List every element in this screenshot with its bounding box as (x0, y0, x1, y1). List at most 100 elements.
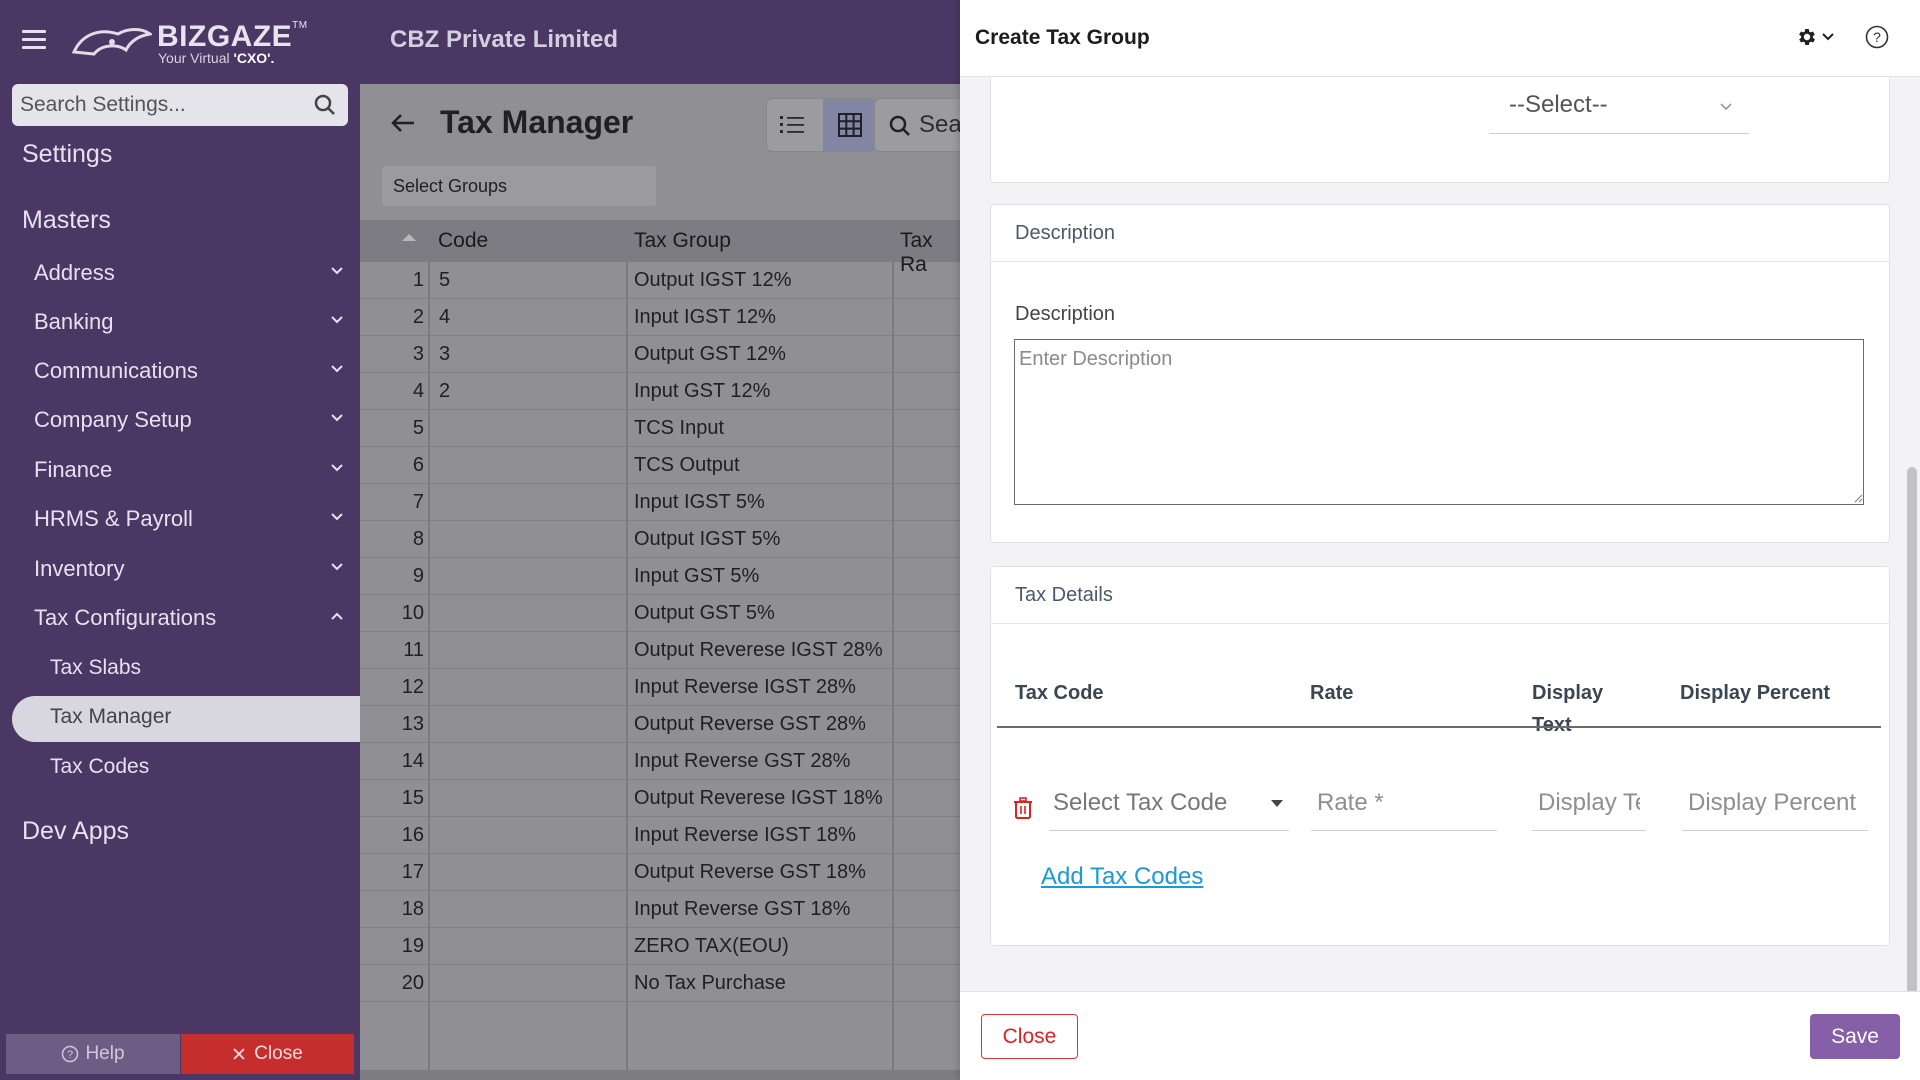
row-tax-group: Input IGST 12% (634, 306, 776, 328)
tax-code-select[interactable]: Select Tax Code (1049, 775, 1289, 831)
chevron-down-icon (331, 563, 343, 571)
help-button-label: Help (85, 1043, 125, 1064)
table-row[interactable]: 10 Output GST 5% (360, 595, 960, 632)
drawer-body: --Select-- Description Description Tax D… (960, 77, 1920, 991)
table-row[interactable]: 16 Input Reverse IGST 18% (360, 817, 960, 854)
table-row[interactable]: 13 Output Reverse GST 28% (360, 706, 960, 743)
row-tax-group: Input Reverse GST 28% (634, 750, 851, 772)
sidebar-item-tax-configurations[interactable]: Tax Configurations (34, 605, 344, 631)
table-row[interactable]: 14 Input Reverse GST 28% (360, 743, 960, 780)
gear-icon (1799, 29, 1815, 45)
table-row[interactable]: 9 Input GST 5% (360, 558, 960, 595)
row-code: 3 (439, 343, 451, 365)
tax-code-select-placeholder: Select Tax Code (1053, 789, 1228, 816)
grid-header: Code Tax Group Tax Ra (360, 220, 960, 276)
drawer-footer: Close Save (960, 991, 1920, 1080)
column-header-tax-group[interactable]: Tax Group (634, 229, 731, 253)
sidebar-item-address[interactable]: Address (34, 260, 344, 286)
row-number: 1 (412, 269, 424, 291)
form-card-select: --Select-- (990, 77, 1890, 183)
table-row[interactable]: 20 No Tax Purchase (360, 965, 960, 1002)
row-number: 7 (412, 491, 424, 513)
table-row[interactable]: 15 Output Reverese IGST 18% (360, 780, 960, 817)
row-tax-group: Output Reverese IGST 28% (634, 639, 883, 661)
nav-group-label: Dev Apps (22, 817, 130, 845)
select-groups-bar[interactable]: Select Groups (382, 166, 656, 206)
table-row[interactable]: 19 ZERO TAX(EOU) (360, 928, 960, 965)
display-text-input[interactable] (1532, 775, 1646, 831)
row-tax-group: Input IGST 5% (634, 491, 765, 513)
table-row[interactable]: 12 Input Reverse IGST 28% (360, 669, 960, 706)
trash-icon[interactable] (1013, 797, 1033, 819)
table-row[interactable]: 18 Input Reverse GST 18% (360, 891, 960, 928)
row-tax-group: Input Reverse IGST 28% (634, 676, 856, 698)
table-row[interactable]: 8 Output IGST 5% (360, 521, 960, 558)
close-button-label: Close (254, 1043, 303, 1064)
row-number: 4 (412, 380, 424, 402)
sidebar-item-banking[interactable]: Banking (34, 309, 344, 335)
sidebar-item-communications[interactable]: Communications (34, 358, 344, 384)
sidebar-item-hrms-payroll[interactable]: HRMS & Payroll (34, 506, 344, 532)
column-header-line: Display (1532, 682, 1604, 704)
top-bar: BIZGAZETM Your Virtual 'CXO'. CBZ Privat… (0, 0, 960, 84)
sidebar-close-button[interactable]: Close (181, 1034, 354, 1074)
search-icon[interactable] (314, 94, 336, 116)
save-button[interactable]: Save (1810, 1014, 1900, 1059)
chevron-down-icon (331, 316, 343, 324)
sidebar-subitem-tax-codes[interactable]: Tax Codes (50, 755, 149, 779)
add-tax-codes-link[interactable]: Add Tax Codes (1041, 863, 1203, 891)
row-tax-group: Input Reverse GST 18% (634, 898, 851, 920)
select-dropdown[interactable]: --Select-- (1489, 78, 1749, 134)
sidebar-subitem-tax-slabs[interactable]: Tax Slabs (50, 656, 141, 680)
sidebar-item-label: Address (34, 260, 115, 285)
description-label: Description (1015, 303, 1116, 325)
logo-trademark: TM (292, 20, 308, 31)
table-row[interactable]: 4 2 Input GST 12% (360, 373, 960, 410)
row-tax-group: Input GST 12% (634, 380, 771, 402)
back-arrow-icon[interactable] (390, 112, 416, 134)
nav-group-masters[interactable]: Masters (22, 206, 425, 235)
settings-search-input[interactable] (20, 89, 310, 121)
table-row[interactable]: 2 4 Input IGST 12% (360, 299, 960, 336)
grid-search-box[interactable]: Sea (874, 98, 974, 152)
close-button[interactable]: Close (981, 1014, 1078, 1059)
row-tax-group: Input GST 5% (634, 565, 760, 587)
chevron-down-icon (1720, 103, 1732, 111)
table-row[interactable]: 6 TCS Output (360, 447, 960, 484)
table-row[interactable]: 1 5 Output IGST 12% (360, 262, 960, 299)
nav-group-dev-apps[interactable]: Dev Apps (22, 817, 443, 846)
column-header-code[interactable]: Code (438, 229, 488, 253)
settings-menu-button[interactable] (1796, 26, 1834, 48)
row-tax-group: Output IGST 12% (634, 269, 792, 291)
row-number: 19 (401, 935, 424, 957)
sidebar-subitem-tax-manager[interactable]: Tax Manager (50, 705, 171, 729)
table-row[interactable]: 17 Output Reverse GST 18% (360, 854, 960, 891)
list-view-icon[interactable] (779, 113, 805, 137)
resize-grip-icon[interactable] (1853, 493, 1863, 503)
settings-search-box (12, 84, 348, 126)
help-button[interactable]: ? Help (6, 1034, 180, 1074)
sort-up-icon[interactable] (402, 234, 416, 241)
row-number: 11 (403, 639, 424, 661)
sidebar-item-company-setup[interactable]: Company Setup (34, 407, 344, 433)
create-tax-group-drawer: Create Tax Group ? --Select-- Descriptio… (960, 0, 1920, 1080)
help-circle-icon[interactable]: ? (1864, 24, 1890, 50)
sidebar-item-inventory[interactable]: Inventory (34, 556, 344, 582)
grid-view-button[interactable] (823, 99, 877, 151)
rate-input[interactable] (1311, 775, 1497, 831)
table-row[interactable]: 5 TCS Input (360, 410, 960, 447)
hamburger-menu-icon[interactable] (22, 30, 46, 50)
table-row[interactable]: 11 Output Reverese IGST 28% (360, 632, 960, 669)
display-percent-input[interactable] (1682, 775, 1868, 831)
horizontal-scrollbar[interactable] (360, 1070, 960, 1080)
table-row[interactable]: 3 3 Output GST 12% (360, 336, 960, 373)
nav-group-settings[interactable]: Settings (22, 140, 427, 169)
table-row[interactable]: 7 Input IGST 5% (360, 484, 960, 521)
sidebar-item-label: Company Setup (34, 407, 192, 432)
sidebar-item-finance[interactable]: Finance (34, 457, 344, 483)
row-number: 9 (412, 565, 424, 587)
vertical-scrollbar[interactable] (1907, 467, 1917, 991)
description-textarea[interactable] (1014, 339, 1864, 505)
row-tax-group: Output Reverse GST 18% (634, 861, 866, 883)
bizgaze-logo: BIZGAZETM Your Virtual 'CXO'. (72, 18, 307, 68)
